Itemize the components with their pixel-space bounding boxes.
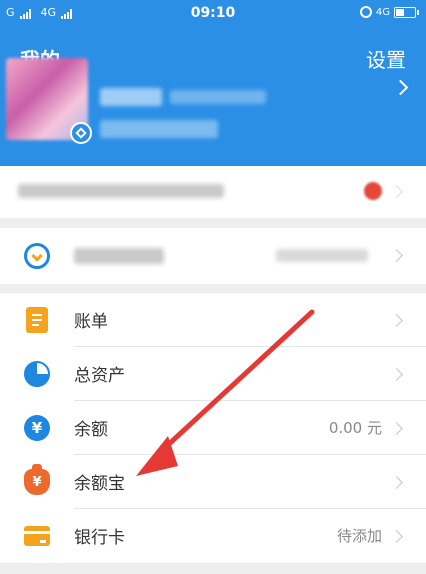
chevron-right-icon bbox=[390, 476, 403, 489]
battery-icon bbox=[394, 6, 419, 18]
alarm-clock-icon bbox=[24, 243, 50, 269]
menu-item-label: 余额 bbox=[74, 420, 108, 440]
chevron-right-icon bbox=[390, 368, 403, 381]
feature-row[interactable] bbox=[0, 228, 426, 284]
chevron-right-icon bbox=[390, 185, 403, 198]
my-profile-screen: G 4G 09:10 4G 我的 设置 bbox=[0, 0, 426, 574]
chevron-right-icon bbox=[390, 530, 403, 543]
verified-badge-icon bbox=[70, 122, 92, 144]
menu-item-bill[interactable]: 账单 bbox=[0, 293, 426, 347]
assets-menu: 账单 总资产 ¥ 余额 0.00 元 ¥ 余额宝 银行卡 待添加 bbox=[0, 293, 426, 563]
menu-item-label: 余额宝 bbox=[74, 474, 125, 494]
pie-chart-icon bbox=[24, 361, 50, 387]
bank-card-icon bbox=[24, 526, 50, 546]
feature-label-blurred bbox=[74, 248, 164, 264]
notification-text-blurred bbox=[18, 184, 224, 198]
menu-item-balance[interactable]: ¥ 余额 0.00 元 bbox=[0, 401, 426, 455]
chevron-right-icon bbox=[390, 422, 403, 435]
menu-item-bank-card[interactable]: 银行卡 待添加 bbox=[0, 509, 426, 563]
status-icons: 4G bbox=[359, 6, 419, 18]
menu-item-label: 总资产 bbox=[74, 366, 125, 386]
menu-item-label: 账单 bbox=[74, 312, 108, 332]
account-id-blurred bbox=[170, 90, 266, 104]
account-tag-blurred bbox=[100, 120, 218, 138]
menu-item-label: 银行卡 bbox=[74, 528, 125, 548]
menu-item-total-assets[interactable]: 总资产 bbox=[0, 347, 426, 401]
money-bag-icon: ¥ bbox=[24, 464, 50, 495]
balance-value: 0.00 元 bbox=[328, 419, 382, 437]
settings-button[interactable]: 设置 bbox=[366, 44, 406, 73]
feature-value-blurred bbox=[276, 249, 368, 262]
menu-item-yuebao[interactable]: ¥ 余额宝 bbox=[0, 455, 426, 509]
bill-icon bbox=[26, 307, 48, 333]
yen-circle-icon: ¥ bbox=[24, 415, 50, 441]
notification-badge bbox=[364, 182, 382, 200]
chevron-right-icon bbox=[390, 249, 403, 262]
username-blurred bbox=[100, 88, 162, 106]
network-type: 4G bbox=[375, 6, 390, 18]
notification-row[interactable] bbox=[0, 166, 426, 218]
bank-card-status: 待添加 bbox=[336, 527, 382, 545]
chevron-right-icon bbox=[390, 314, 403, 327]
status-bar: G 4G 09:10 4G bbox=[0, 0, 426, 28]
alarm-icon bbox=[359, 6, 372, 18]
